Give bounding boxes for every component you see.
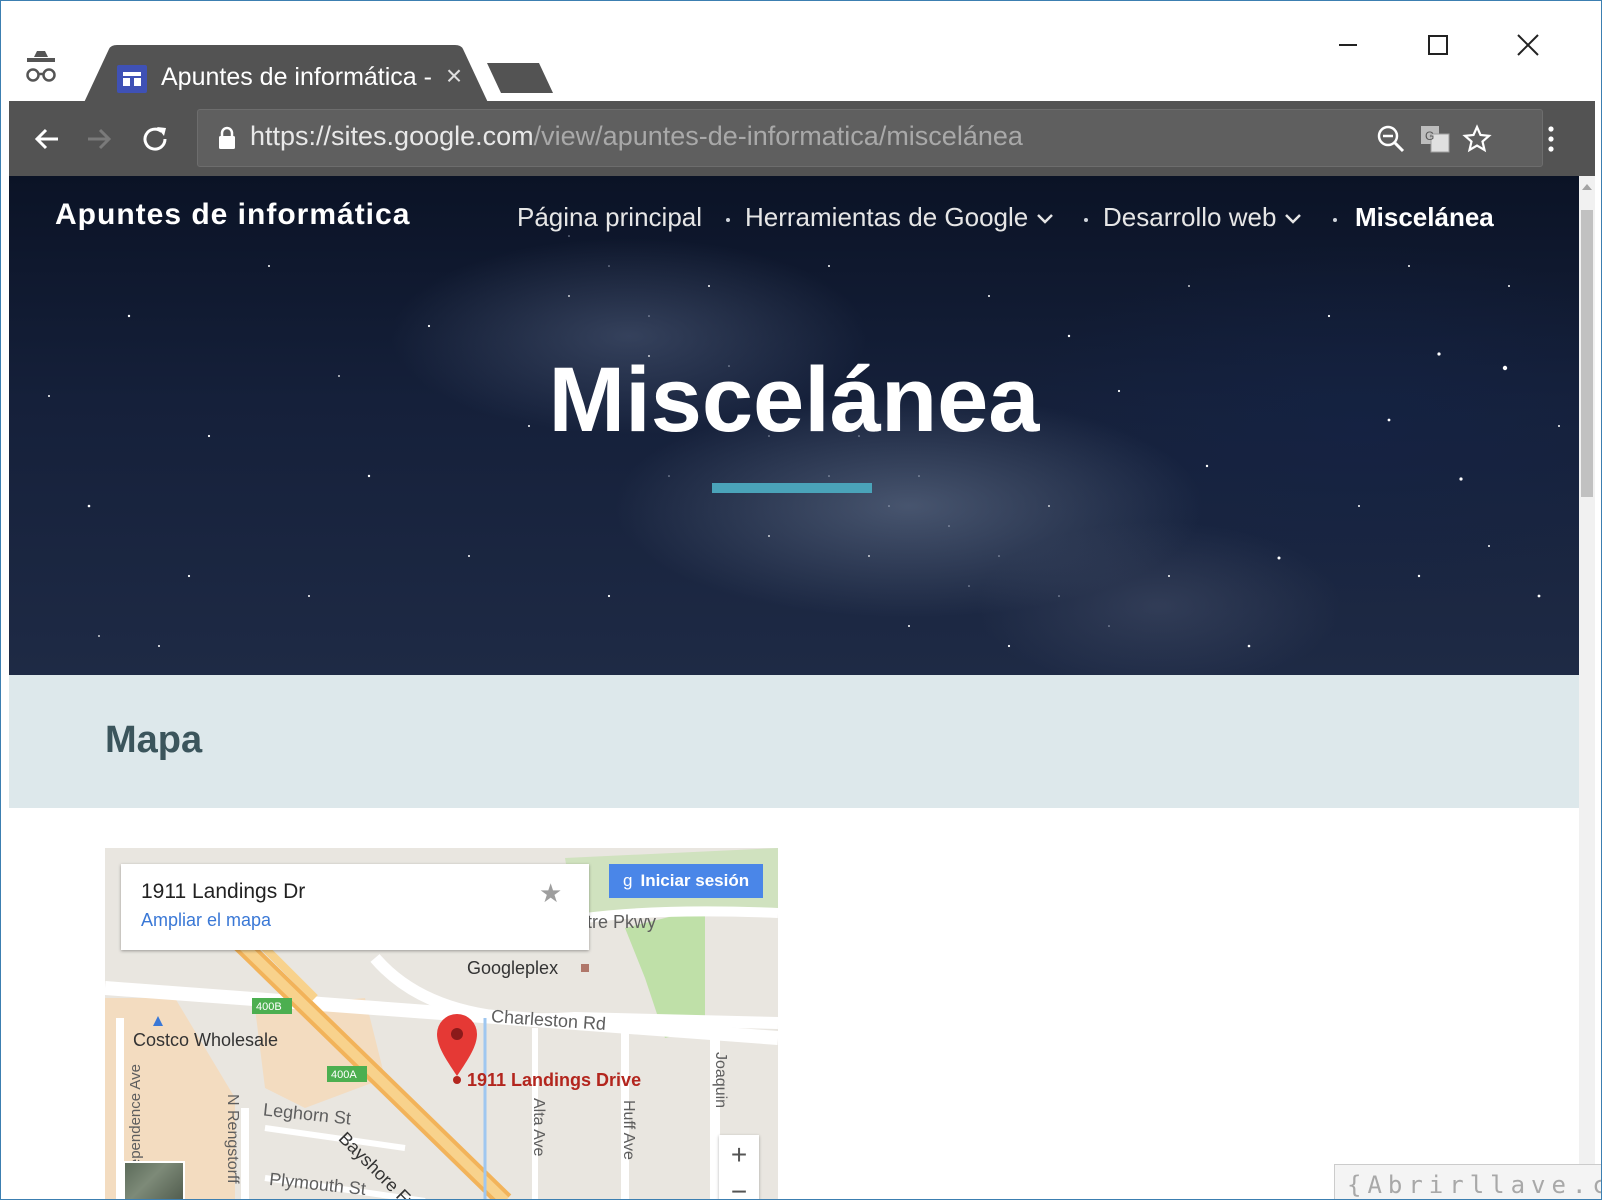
address-bar[interactable]: https://sites.google.com/view/apuntes-de… — [197, 109, 1543, 167]
map-label-googleplex: Googleplex — [467, 958, 559, 978]
google-sites-icon — [117, 65, 147, 93]
maximize-icon[interactable] — [1415, 25, 1461, 65]
site-title[interactable]: Apuntes de informática — [55, 198, 410, 232]
map-label-joaquin: Joaquin — [712, 1052, 729, 1109]
map-label-rengstorff: N Rengstorff — [224, 1094, 241, 1184]
map-address: 1911 Landings Dr — [141, 880, 306, 903]
watermark: {Abrirllave.com — [1334, 1164, 1601, 1199]
url-host: https://sites.google.com — [250, 121, 534, 151]
minimize-icon[interactable] — [1325, 25, 1371, 65]
close-window-icon[interactable] — [1505, 25, 1551, 65]
nav-label: Miscelánea — [1355, 202, 1494, 232]
tab-close-icon[interactable]: × — [439, 61, 469, 91]
nav-item-herramientas-de-google[interactable]: Herramientas de Google — [745, 202, 1054, 233]
reload-icon[interactable] — [133, 117, 177, 161]
nav-item-pagina-principal[interactable]: Página principal — [517, 202, 702, 233]
forward-arrow-icon[interactable] — [77, 117, 121, 161]
svg-text:G: G — [1425, 129, 1434, 143]
zoom-in-button[interactable]: + — [719, 1135, 759, 1175]
incognito-icon — [23, 49, 59, 89]
tab-title: Apuntes de informática - — [161, 63, 431, 91]
nav-label: Herramientas de Google — [745, 202, 1029, 232]
map-zoom-control: + − — [719, 1135, 759, 1199]
tab-active[interactable]: Apuntes de informática - × — [81, 45, 493, 109]
signin-label: Iniciar sesión — [640, 871, 750, 890]
hero-banner: Apuntes de informática Página principal … — [9, 176, 1579, 675]
bookmark-star-icon[interactable] — [1460, 122, 1494, 156]
map-label-pin: 1911 Landings Drive — [467, 1070, 642, 1090]
map-info-card: 1911 Landings Dr Ampliar el mapa ★ — [121, 864, 589, 950]
scroll-thumb[interactable] — [1581, 210, 1593, 497]
menu-dots-icon[interactable] — [1529, 117, 1573, 161]
satellite-toggle-thumbnail[interactable] — [123, 1161, 185, 1199]
exit-400a-label: 400A — [331, 1069, 357, 1081]
section-header: Mapa — [9, 675, 1579, 808]
nav-item-desarrollo-web[interactable]: Desarrollo web — [1103, 202, 1302, 233]
exit-400b-label: 400B — [256, 1001, 282, 1013]
map-signin-button[interactable]: g Iniciar sesión — [609, 864, 763, 898]
page-scrollbar[interactable] — [1579, 176, 1595, 1199]
zoom-out-button[interactable]: − — [719, 1175, 759, 1199]
scroll-up-arrow-icon[interactable] — [1582, 184, 1592, 190]
page-title: Miscelánea — [548, 349, 1040, 451]
url-text: https://sites.google.com/view/apuntes-de… — [250, 121, 1023, 152]
zoom-out-icon[interactable] — [1374, 122, 1408, 156]
enlarge-map-link[interactable]: Ampliar el mapa — [141, 910, 271, 931]
section-title: Mapa — [105, 719, 203, 761]
translate-icon[interactable]: G — [1418, 122, 1452, 156]
nav-separator — [726, 218, 730, 222]
web-page: Apuntes de informática Página principal … — [9, 176, 1579, 1199]
nav-separator — [1333, 218, 1337, 222]
browser-toolbar: https://sites.google.com/view/apuntes-de… — [9, 101, 1595, 176]
save-star-icon[interactable]: ★ — [539, 878, 562, 909]
nav-item-miscelanea[interactable]: Miscelánea — [1355, 202, 1494, 233]
map-label-costco: Costco Wholesale — [133, 1030, 279, 1050]
chevron-down-icon — [1285, 214, 1302, 224]
nav-separator — [1084, 218, 1088, 222]
map-label-alta: Alta Ave — [530, 1098, 547, 1157]
lock-icon — [218, 126, 236, 155]
chevron-down-icon — [1037, 214, 1054, 224]
embedded-map[interactable]: 400B 400A atre Pkwy Googleplex Charlesto… — [105, 848, 778, 1199]
google-plus-icon: g — [623, 871, 633, 890]
url-path: /view/apuntes-de-informatica/miscelánea — [533, 121, 1023, 151]
tab-strip: Apuntes de informática - × — [9, 9, 1595, 109]
map-label-huff: Huff Ave — [620, 1100, 637, 1160]
browser-window: Apuntes de informática - × https://sites… — [0, 0, 1602, 1200]
nav-label: Página principal — [517, 202, 703, 232]
new-tab-button[interactable] — [487, 61, 555, 95]
title-underline — [712, 483, 872, 493]
nav-label: Desarrollo web — [1103, 202, 1277, 232]
back-arrow-icon[interactable] — [25, 117, 69, 161]
